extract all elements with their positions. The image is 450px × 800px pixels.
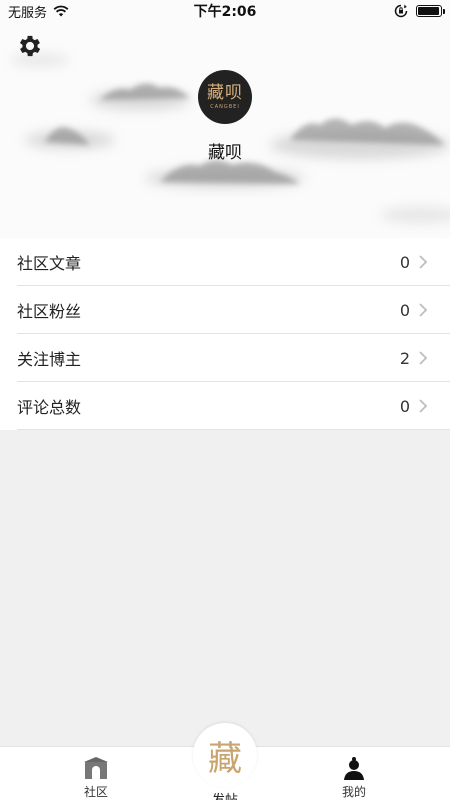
stat-label: 社区文章 (17, 254, 82, 273)
stats-list: 社区文章 0 社区粉丝 0 关注博主 2 评论总数 0 (0, 238, 450, 430)
profile-avatar[interactable]: 藏呗 CANGBEI (198, 70, 252, 124)
chevron-right-icon (419, 255, 428, 269)
person-icon (344, 757, 364, 780)
tab-community[interactable]: 社区 (46, 747, 146, 800)
battery-fill (418, 7, 439, 15)
carrier-text: 无服务 (8, 5, 48, 21)
bottom-tab-bar: 社区 藏 发帖 我的 (0, 723, 450, 800)
stat-value: 2 (399, 348, 410, 368)
stat-label: 评论总数 (17, 398, 82, 417)
stat-value: 0 (399, 300, 410, 320)
settings-gear-button[interactable] (16, 32, 44, 60)
avatar-logo-text: 藏呗 (207, 83, 243, 103)
chevron-right-icon (419, 399, 428, 413)
post-button-circle: 藏 (193, 723, 257, 787)
orientation-lock-icon (394, 4, 408, 18)
stat-value: 0 (399, 252, 410, 272)
stat-label: 社区粉丝 (17, 302, 82, 321)
chevron-right-icon (419, 351, 428, 365)
stat-row-following[interactable]: 关注博主 2 (0, 334, 450, 382)
wifi-icon (53, 5, 69, 17)
stat-row-fans[interactable]: 社区粉丝 0 (0, 286, 450, 334)
gear-icon (19, 35, 41, 57)
tab-label: 社区 (83, 785, 108, 799)
gate-icon (84, 757, 108, 779)
chevron-right-icon (419, 303, 428, 317)
stat-label: 关注博主 (17, 350, 82, 369)
stat-value: 0 (399, 396, 410, 416)
stat-row-articles[interactable]: 社区文章 0 (0, 238, 450, 286)
tab-label: 发帖 (212, 789, 238, 800)
username: 藏呗 (208, 143, 242, 163)
stat-row-comments[interactable]: 评论总数 0 (0, 382, 450, 430)
tab-mine[interactable]: 我的 (304, 747, 404, 800)
status-bar: 无服务 下午2:06 (0, 0, 450, 22)
profile-header: 藏呗 CANGBEI 藏呗 (0, 0, 450, 238)
battery-icon (416, 5, 445, 17)
avatar-logo-subtext: CANGBEI (210, 104, 240, 110)
tab-label: 我的 (341, 785, 366, 799)
post-glyph-icon: 藏 (208, 738, 242, 779)
tab-post[interactable]: 藏 发帖 (175, 723, 275, 800)
